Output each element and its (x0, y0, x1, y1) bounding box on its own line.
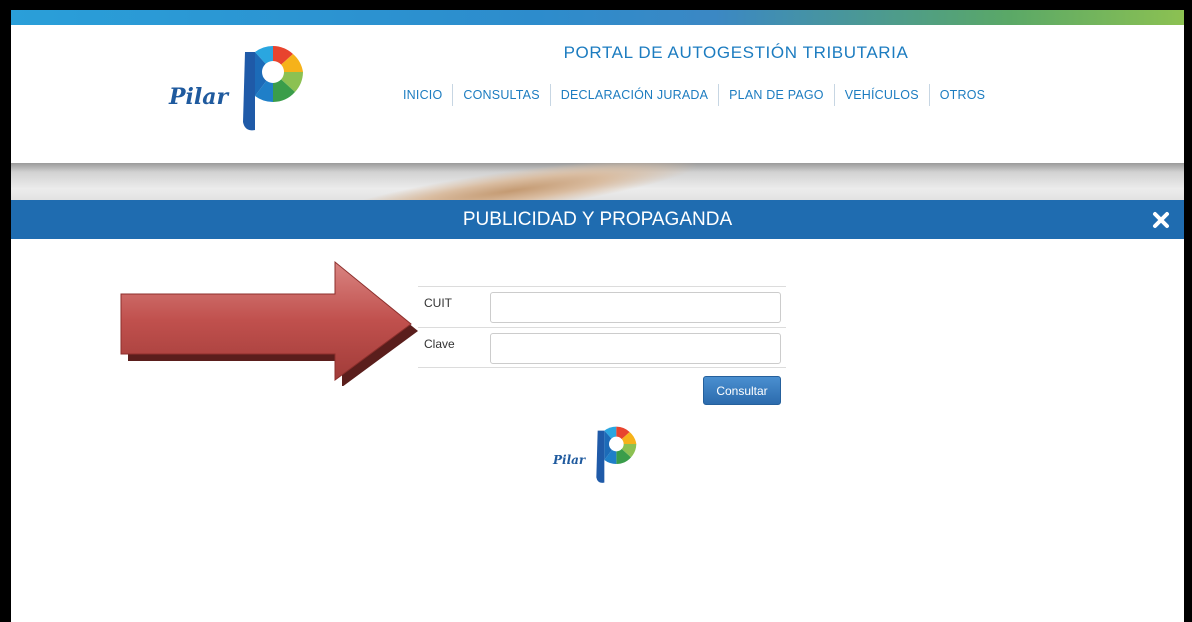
nav-otros[interactable]: OTROS (928, 84, 995, 106)
main-nav: INICIO CONSULTAS DECLARACIÓN JURADA PLAN… (393, 84, 995, 106)
nav-inicio[interactable]: INICIO (393, 84, 452, 106)
login-form: CUIT Clave (418, 286, 786, 368)
modal-header: PUBLICIDAD Y PROPAGANDA (11, 200, 1184, 239)
hero-image-swash (320, 163, 702, 200)
nav-consultas[interactable]: CONSULTAS (452, 84, 549, 106)
logo-text: Pilar (169, 84, 229, 110)
screenshot-frame: Pilar PORTAL DE AUTOGESTIÓN TRIBUTARIA I… (0, 0, 1192, 622)
cuit-row: CUIT (418, 286, 786, 327)
clave-label: Clave (424, 337, 455, 351)
footer-pilar-p-icon (596, 426, 637, 483)
close-icon[interactable] (1150, 209, 1172, 231)
nav-declaracion-jurada[interactable]: DECLARACIÓN JURADA (549, 84, 718, 106)
footer-logo-text: Pilar (553, 453, 586, 467)
cuit-label: CUIT (424, 296, 452, 310)
cuit-input[interactable] (490, 292, 781, 323)
red-arrow-icon (120, 260, 418, 386)
modal-title: PUBLICIDAD Y PROPAGANDA (462, 209, 733, 230)
top-gradient-bar (11, 10, 1184, 25)
page: Pilar PORTAL DE AUTOGESTIÓN TRIBUTARIA I… (11, 10, 1184, 622)
nav-plan-de-pago[interactable]: PLAN DE PAGO (718, 84, 834, 106)
hero-image-band (11, 163, 1184, 200)
clave-input[interactable] (490, 333, 781, 364)
nav-vehiculos[interactable]: VEHÍCULOS (833, 84, 929, 106)
clave-row: Clave (418, 327, 786, 368)
portal-title: PORTAL DE AUTOGESTIÓN TRIBUTARIA (563, 43, 909, 62)
footer-pilar-logo: Pilar (553, 424, 643, 484)
consultar-button[interactable]: Consultar (703, 376, 781, 405)
